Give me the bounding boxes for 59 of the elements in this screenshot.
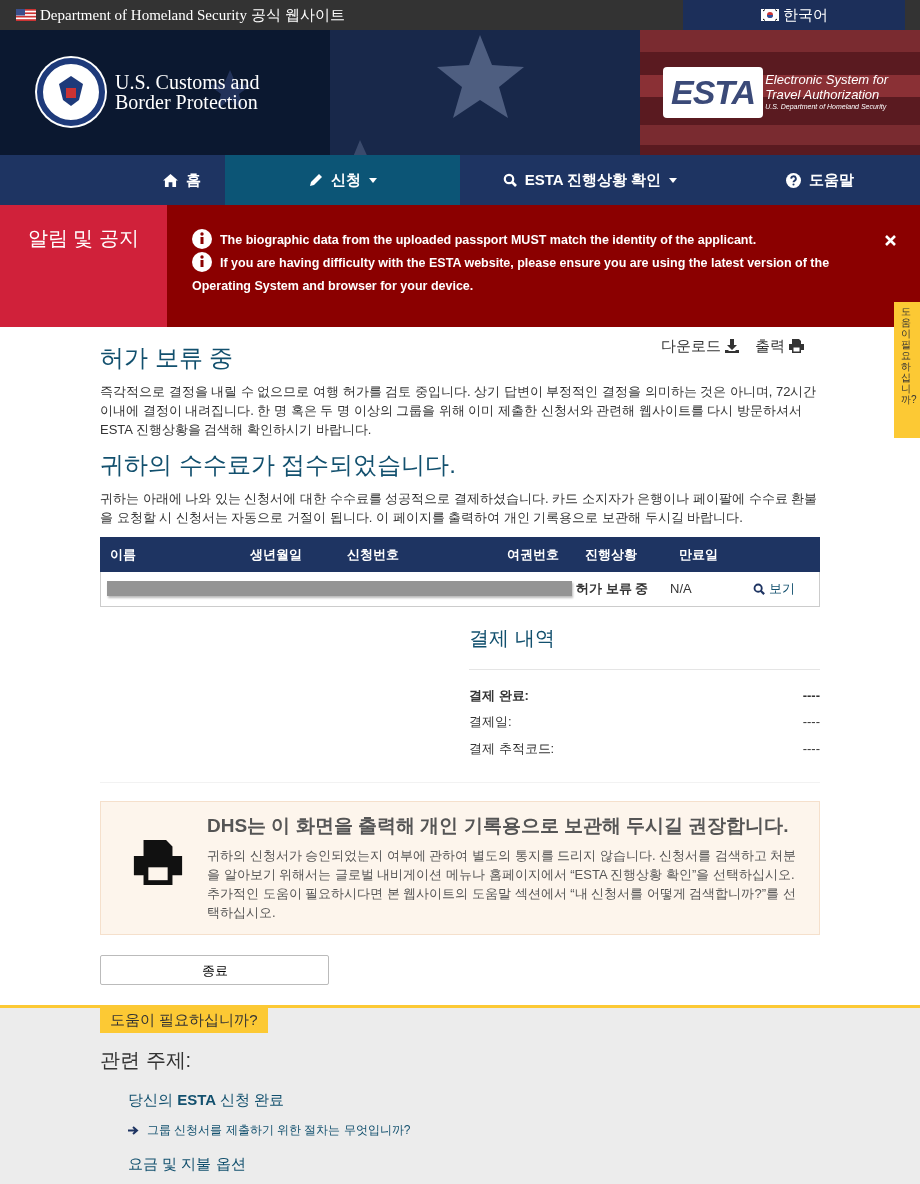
payment-label: 결제 추적코드: xyxy=(469,739,555,758)
notices-title: 알림 및 공지 xyxy=(0,205,167,327)
info-icon xyxy=(191,252,212,273)
nav-tab[interactable]: 도움말 xyxy=(720,155,920,206)
topic-link[interactable]: 요금 및 지불 옵션 xyxy=(128,1153,246,1176)
nav-tab[interactable]: 신청 xyxy=(225,155,460,206)
close-button[interactable]: 종료 xyxy=(100,955,329,986)
topic-link[interactable]: 당신의 ESTA 신청 완료 xyxy=(128,1088,285,1112)
payment-value: ---- xyxy=(802,686,820,705)
esta-logo-text: Electronic System for xyxy=(765,72,888,88)
help-side-tab[interactable]: 도움이 필요하십니까? xyxy=(894,302,920,438)
seal-icon xyxy=(35,56,107,129)
status-text: 즉각적으로 결정을 내릴 수 없으므로 여행 허가를 검토 중입니다. 상기 답변이 부정적인 결정을 의미하는 것은 아니며, 72시간 이내에 결정이 내려집니다. 한 명 혹은 두 명 이상의 그룹을 위해 이미 제출한 신청서와 관련해 웹사이트를 다시 방문하셔서 ESTA 진행상황을 검색해 확인하시기 바랍니다. xyxy=(100,382,818,439)
nav-tab[interactable]: 홈 xyxy=(0,155,225,206)
topic-link[interactable]: 그룹 신청서를 제출하기 위한 절차는 무엇입니까? xyxy=(147,1121,411,1140)
agency-text: Department of Homeland Security 공식 웹사이트 xyxy=(40,5,345,25)
payment-value: ---- xyxy=(802,713,820,732)
column-header: 만료일 xyxy=(679,546,718,562)
notice-message: The biographic data from the uploaded passport MUST match the identity of the applicant. xyxy=(191,229,870,253)
related-title: 관련 주제: xyxy=(100,1047,193,1073)
column-header: 신청번호 xyxy=(347,546,399,562)
flag-icon xyxy=(760,8,779,21)
column-header: 이름 xyxy=(110,546,136,562)
home-icon xyxy=(163,173,178,187)
print-link[interactable]: 출력 xyxy=(755,334,804,358)
help-tab[interactable]: 도움이 필요하십니까? xyxy=(100,1008,268,1033)
notice-title: DHS는 이 화면을 출력해 개인 기록용으로 보관해 두시길 권장합니다. xyxy=(207,814,790,839)
fee-title: 귀하의 수수료가 접수되었습니다. xyxy=(100,449,457,480)
notice-text: 귀하의 신청서가 승인되었는지 여부에 관하여 별도의 통지를 드리지 않습니다. 신청서를 검색하고 처분을 알아보기 위해서는 글로벌 내비게이션 메뉴나 홈페이지에서 “ESTA 진행상황 확인”을 선택하십시오. 추가적인 도움이 필요하시다면 본 웹사이트의 도움말 섹션에서 “내 신청서를 어떻게 검색합니까?”를 선택하십시오. xyxy=(207,847,798,923)
table-cell: 허가 보류 중 xyxy=(576,581,649,597)
table-cell: N/A xyxy=(670,581,692,597)
status-title: 허가 보류 중 xyxy=(100,342,234,373)
download-icon xyxy=(725,339,739,354)
download-link[interactable]: 다운로드 xyxy=(661,334,739,358)
payment-title: 결제 내역 xyxy=(469,622,820,670)
nav-tab[interactable]: ESTA 진행상황 확인 xyxy=(460,155,720,206)
printer-icon xyxy=(789,339,804,354)
column-header: 생년월일 xyxy=(250,546,302,562)
arrow-icon xyxy=(128,1125,139,1135)
esta-logo-mark: ESTA xyxy=(663,66,764,118)
fee-text: 귀하는 아래에 나와 있는 신청서에 대한 수수료를 성공적으로 결제하셨습니다. 카드 소지자가 은행이나 페이팔에 수수료 환불을 요청할 시 신청서는 자동으로 거절이 됩니다. 이 페이지를 출력하여 개인 기록용으로 보관해 두시길 바랍니다. xyxy=(100,489,819,527)
column-header: 진행상황 xyxy=(585,546,637,562)
help-icon xyxy=(786,172,801,188)
notice-message: If you are having difficulty with the ESTA website, please ensure you are using the latest version of the Operating System and browser for your device. xyxy=(191,252,870,299)
search-icon xyxy=(753,582,765,595)
view-link[interactable]: 보기 xyxy=(753,579,795,599)
close-icon[interactable] xyxy=(885,235,896,247)
info-icon xyxy=(191,229,212,250)
column-header: 여권번호 xyxy=(507,546,559,562)
payment-label: 결제일: xyxy=(469,713,512,732)
search-icon xyxy=(502,173,517,188)
pencil-icon xyxy=(308,173,323,188)
flag-icon xyxy=(16,8,36,21)
esta-logo-text: Travel Authorization xyxy=(765,87,881,103)
printer-icon xyxy=(133,840,183,886)
agency-name: Border Protection xyxy=(115,92,259,113)
agency-name: U.S. Customs and xyxy=(115,72,260,93)
payment-label: 결제 완료: xyxy=(469,686,529,705)
payment-value: ---- xyxy=(802,739,820,758)
